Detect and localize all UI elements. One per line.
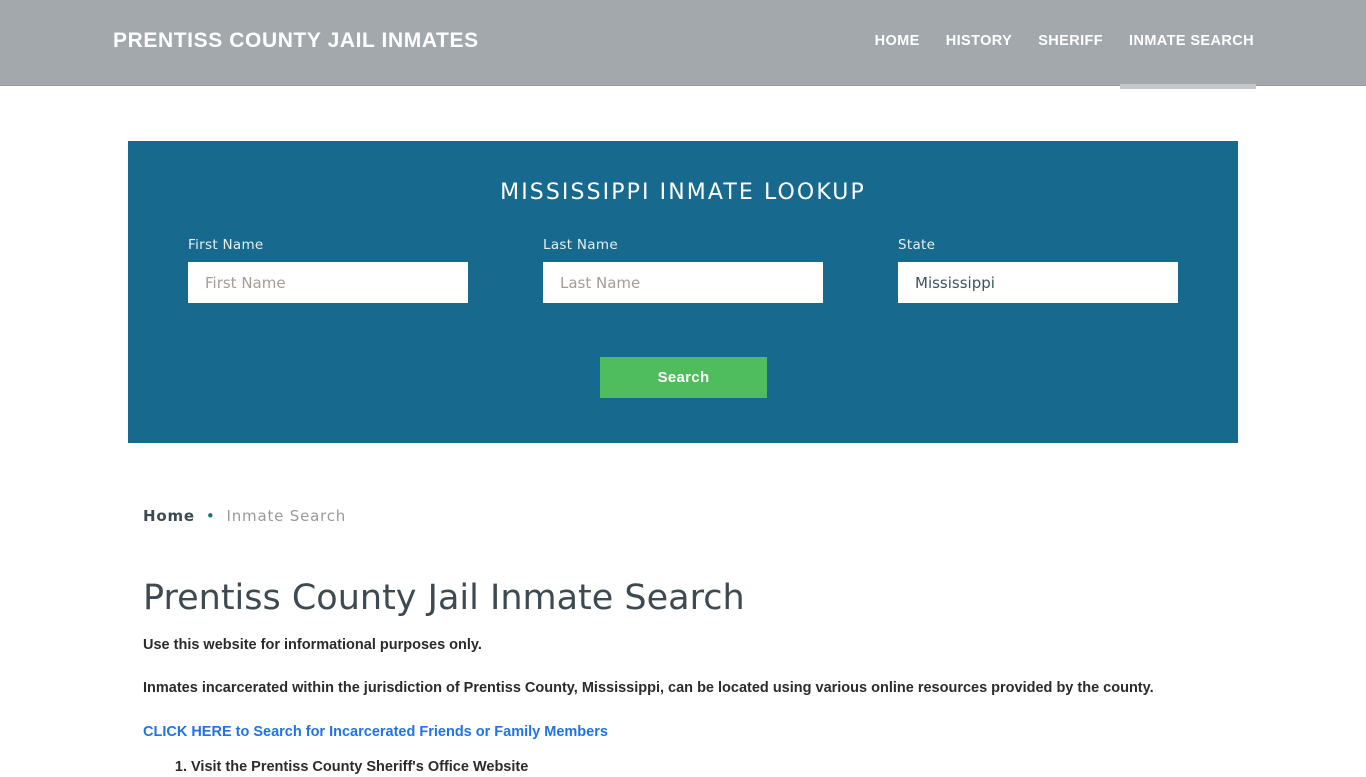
state-input[interactable]	[898, 262, 1178, 303]
lookup-panel-title: MISSISSIPPI INMATE LOOKUP	[500, 180, 866, 205]
first-name-input[interactable]	[188, 262, 468, 303]
nav-item-sheriff[interactable]: SHERIFF	[1025, 31, 1116, 51]
click-here-search-link[interactable]: CLICK HERE to Search for Incarcerated Fr…	[143, 724, 608, 740]
nav-item-inmate-search[interactable]: INMATE SEARCH	[1116, 31, 1254, 51]
state-label: State	[898, 237, 936, 253]
header-inner: PRENTISS COUNTY JAIL INMATES HOME HISTOR…	[0, 0, 1366, 89]
breadcrumb: Home • Inmate Search	[143, 507, 346, 525]
breadcrumb-home-link[interactable]: Home	[143, 507, 195, 525]
state-field-group: State	[898, 237, 1178, 303]
first-name-field-group: First Name	[188, 237, 468, 303]
intro-paragraph-2: Inmates incarcerated within the jurisdic…	[143, 679, 1154, 696]
nav-item-home[interactable]: HOME	[862, 31, 933, 51]
site-header: PRENTISS COUNTY JAIL INMATES HOME HISTOR…	[0, 0, 1366, 89]
breadcrumb-current-page: Inmate Search	[226, 507, 347, 525]
last-name-field-group: Last Name	[543, 237, 823, 303]
nav-active-indicator	[1120, 84, 1256, 89]
site-brand-title: PRENTISS COUNTY JAIL INMATES	[113, 29, 479, 52]
last-name-input[interactable]	[543, 262, 823, 303]
nav-item-history[interactable]: HISTORY	[933, 31, 1025, 51]
search-button[interactable]: Search	[600, 357, 767, 398]
list-item: Visit the Prentiss County Sheriff's Offi…	[191, 757, 1233, 777]
page-body-copy: Use this website for informational purpo…	[143, 636, 1233, 777]
page-title: Prentiss County Jail Inmate Search	[143, 578, 745, 618]
last-name-label: Last Name	[543, 237, 618, 253]
resource-list: Visit the Prentiss County Sheriff's Offi…	[143, 757, 1233, 777]
main-navigation: HOME HISTORY SHERIFF INMATE SEARCH	[862, 31, 1254, 51]
breadcrumb-separator-icon: •	[205, 506, 216, 525]
inmate-lookup-panel: MISSISSIPPI INMATE LOOKUP First Name Las…	[128, 141, 1238, 443]
intro-paragraph-1: Use this website for informational purpo…	[143, 637, 482, 653]
first-name-label: First Name	[188, 237, 264, 253]
